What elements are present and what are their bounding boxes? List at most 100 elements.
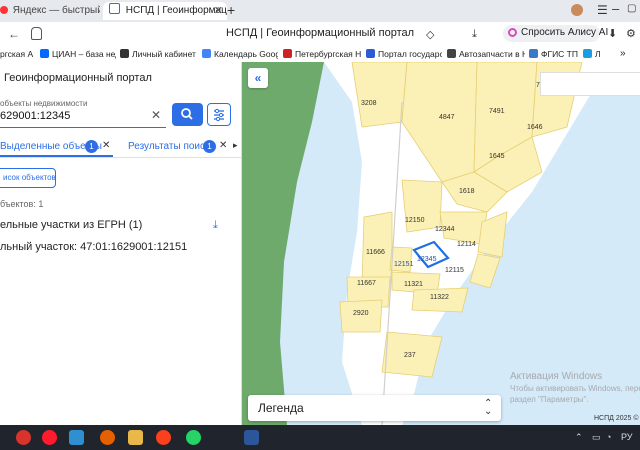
maximize-icon[interactable]: ▢ (627, 3, 636, 14)
filter-icon (214, 108, 224, 122)
bookmark-item[interactable]: ргская А (0, 47, 36, 61)
collapse-panel-button[interactable]: « (248, 68, 268, 88)
nspd-favicon-icon (109, 3, 120, 14)
tab-selected-objects[interactable]: Выделенные объекты 1 ✕ (0, 137, 113, 157)
search-value: 629001:12345 (0, 110, 71, 122)
browser-tab-strip: Яндекс — быстрый поиск НСПД | Геоинформа… (0, 0, 640, 22)
yandex-logo-icon (0, 6, 8, 14)
downloads-icon[interactable]: ⬇ (608, 27, 617, 40)
bookmark-item[interactable]: Л (583, 47, 613, 61)
bookmark-item[interactable]: Личный кабинет (120, 47, 198, 61)
parcel-label: 12114 (457, 241, 476, 248)
browser-tab-yandex[interactable]: Яндекс — быстрый поиск (0, 2, 100, 20)
parcel-label: 11667 (357, 280, 376, 287)
windows-activation-title: Активация Windows (510, 371, 603, 382)
bookmark-icon (583, 49, 592, 58)
parcel-label: 1645 (489, 153, 505, 160)
language-indicator[interactable]: РУ (621, 432, 633, 442)
left-panel: Геоинформационный портал объекты недвижи… (0, 62, 242, 425)
app-icon[interactable] (16, 430, 31, 445)
parcel-label: 12344 (435, 226, 455, 233)
tab-count-badge: 1 (85, 140, 98, 153)
app-icon[interactable] (69, 430, 84, 445)
alice-icon (508, 28, 517, 37)
parcel-label: 1646 (527, 124, 543, 131)
panel-tabs: Выделенные объекты 1 ✕ Результаты поиска… (0, 137, 241, 158)
whatsapp-icon[interactable] (186, 430, 201, 445)
parcel-label: 12115 (445, 267, 464, 274)
tab-count-badge: 1 (203, 140, 216, 153)
windows-activation-text: раздел "Параметры". (510, 395, 589, 404)
ask-alice-label: Спросить Алису AI (521, 27, 609, 38)
bookmark-item[interactable]: ФГИС ТП (529, 47, 579, 61)
parcel-label: 11322 (430, 294, 449, 301)
bookmark-item[interactable]: Календарь Google (202, 47, 278, 61)
search-input[interactable]: объекты недвижимости 629001:12345 ✕ (0, 99, 166, 128)
wifi-icon[interactable]: ◔ (606, 432, 611, 442)
folder-icon[interactable] (128, 430, 143, 445)
map-info-box (540, 72, 640, 96)
close-tab-icon[interactable]: ✕ (214, 2, 223, 20)
parcel-label: 4847 (439, 114, 455, 121)
parcel-label: 2920 (353, 310, 369, 317)
bookmark-add-icon[interactable]: ◇ (426, 28, 434, 41)
chevron-right-icon[interactable]: ▸ (233, 140, 238, 151)
download-icon[interactable]: ⤓ (213, 219, 218, 232)
minimize-icon[interactable]: – (612, 1, 619, 16)
legend-dropdown[interactable]: Легенда ⌃ ⌄ (248, 395, 501, 421)
cabinet-icon (120, 49, 129, 58)
tray-icon[interactable]: ▭ (592, 432, 601, 443)
parcel-3208 (351, 62, 408, 128)
group-title[interactable]: ельные участки из ЕГРН (1) (0, 219, 142, 231)
bookmark-item[interactable]: Портал государс (366, 47, 442, 61)
tab-title: Яндекс — быстрый поиск (12, 5, 100, 16)
tab-title: НСПД | Геоинформацио (125, 5, 227, 16)
extensions-icon[interactable]: ⚙ (626, 27, 636, 40)
selected-parcel-label: 12345 (417, 256, 437, 263)
autoparts-icon (447, 49, 456, 58)
close-tab-icon[interactable]: ✕ (102, 140, 110, 151)
legend-label: Легенда (258, 401, 304, 415)
parcel-label: 11666 (366, 249, 385, 256)
new-tab-button[interactable]: + (227, 2, 235, 18)
cian-icon (40, 49, 49, 58)
firefox-icon[interactable] (100, 430, 115, 445)
search-button[interactable] (172, 103, 203, 126)
filter-button[interactable] (207, 103, 231, 126)
object-list-button[interactable]: исок объектов (0, 168, 56, 188)
more-bookmarks-icon[interactable]: » (620, 47, 638, 61)
map-view[interactable]: 3208 4847 7491 1646 1645 1618 12150 1234… (242, 62, 640, 425)
clear-icon[interactable]: ✕ (151, 108, 161, 122)
word-icon[interactable] (244, 430, 259, 445)
parcel-list-item[interactable]: льный участок: 47:01:1629001:12151 (0, 241, 187, 253)
objects-count: бъектов: 1 (0, 199, 44, 209)
fgis-icon (529, 49, 538, 58)
search-field-label: объекты недвижимости (0, 99, 88, 108)
download-icon[interactable]: ⤓ (472, 28, 477, 41)
bookmark-item[interactable]: ЦИАН – база нед (40, 47, 116, 61)
menu-icon[interactable]: ☰ (597, 3, 608, 17)
taskbar: ⌃ ▭ ◔ РУ (0, 425, 640, 450)
search-icon (181, 108, 193, 120)
address-bar: ← НСПД | Геоинформационный портал ◇ ⤓ Сп… (0, 22, 640, 47)
tab-search-results[interactable]: Результаты поиска 1 ✕ (128, 137, 233, 157)
bookmarks-bar: ргская А ЦИАН – база нед Личный кабинет … (0, 46, 640, 63)
parcel-label: 11321 (404, 281, 423, 288)
parcel-label: 3208 (361, 100, 377, 107)
parcel-label: 12151 (394, 261, 414, 268)
chevron-updown-icon: ⌃ ⌄ (484, 398, 493, 417)
bookmark-item[interactable]: Петербургская Н (283, 47, 361, 61)
tray-chevron-icon[interactable]: ⌃ (575, 432, 583, 443)
parcel-label: 12150 (405, 217, 425, 224)
yandex-browser-icon[interactable] (156, 430, 171, 445)
close-tab-icon[interactable]: ✕ (219, 140, 227, 151)
parcel-label: 237 (404, 352, 416, 359)
profile-avatar[interactable] (571, 4, 583, 16)
browser-tab-nspd[interactable]: НСПД | Геоинформацио ✕ (103, 2, 227, 20)
ask-alice-button[interactable]: Спросить Алису AI (503, 25, 608, 42)
opera-icon[interactable] (42, 430, 57, 445)
parcel-11666 (361, 211, 393, 285)
bookmark-item[interactable]: Автозапчасти в Н (447, 47, 525, 61)
windows-activation-text: Чтобы активировать Windows, перейдите в (510, 384, 640, 393)
news-icon (283, 49, 292, 58)
